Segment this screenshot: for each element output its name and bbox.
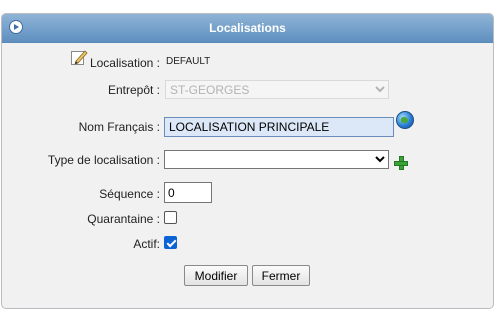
entrepot-label: Entrepôt : <box>107 83 160 97</box>
plus-icon[interactable] <box>394 156 408 170</box>
modifier-button[interactable]: Modifier <box>184 265 248 286</box>
sequence-input[interactable] <box>164 182 212 203</box>
dialog-title: Localisations <box>209 21 286 35</box>
nom-francais-input[interactable] <box>164 117 394 137</box>
sequence-label: Séquence : <box>99 187 160 201</box>
globe-icon[interactable] <box>396 111 414 129</box>
entrepot-select[interactable]: ST-GEORGES <box>165 80 389 99</box>
nom-francais-label: Nom Français : <box>78 120 160 134</box>
type-localisation-label: Type de localisation : <box>47 153 160 167</box>
localisation-value: DEFAULT <box>166 56 211 67</box>
localisation-label: Localisation : <box>89 56 160 70</box>
quarantaine-label: Quarantaine : <box>87 212 160 226</box>
quarantaine-checkbox[interactable] <box>164 211 177 224</box>
actif-checkbox[interactable] <box>164 236 177 249</box>
fermer-button[interactable]: Fermer <box>252 265 310 286</box>
type-localisation-select[interactable] <box>164 150 389 169</box>
dialog-titlebar: Localisations <box>2 14 493 43</box>
actif-label: Actif: <box>133 237 160 251</box>
